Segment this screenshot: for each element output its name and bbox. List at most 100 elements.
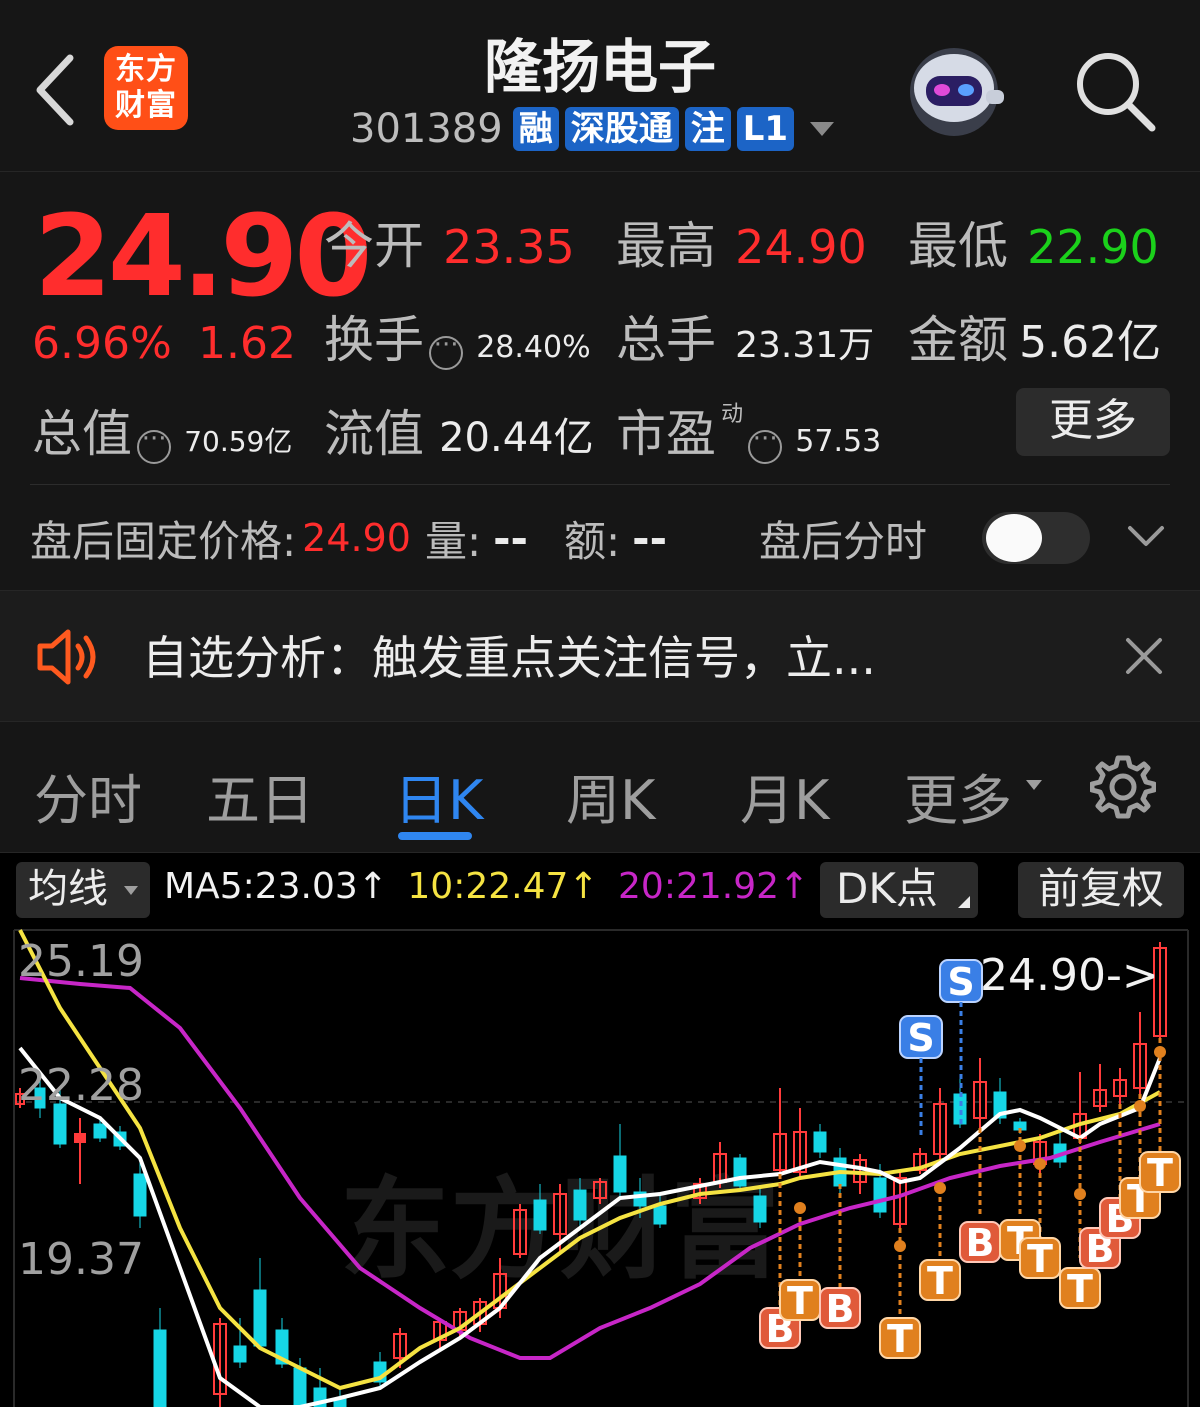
trade-marker[interactable]: T [779,1279,821,1323]
low-label: 最低 [908,217,1008,275]
y-tick-label: 25.19 [18,936,144,987]
float-stat: 流值 20.44亿 [324,394,594,466]
margin-tag: 融 [512,107,559,151]
period-tabs: 分时 五日 日K 周K 月K 更多 [0,740,1200,850]
tab-intraday[interactable]: 分时 [34,756,142,835]
tab-more[interactable]: 更多 [904,756,1012,835]
after-hours-vol-label: 量: [424,516,482,566]
amount-label: 金额 [908,311,1008,369]
open-stat: 今开 23.35 [324,206,575,278]
close-icon[interactable] [1124,636,1164,676]
trade-marker[interactable]: T [1139,1151,1181,1195]
y-tick-label: 19.37 [18,1234,144,1285]
after-hours-amt-label: 额: [563,516,621,566]
open-value: 23.35 [443,220,575,274]
back-icon[interactable] [30,50,80,130]
svg-text:S: S [907,1016,934,1060]
pe-stat[interactable]: 市盈 动 57.53 [616,394,881,466]
float-value: 20.44亿 [439,415,594,461]
svg-text:T: T [927,1259,953,1303]
caret-down-icon[interactable] [124,886,138,895]
svg-text:T: T [887,1317,913,1361]
trade-marker[interactable]: T [1059,1267,1101,1311]
registration-tag: 注 [684,107,731,151]
info-dots-icon[interactable] [137,424,172,464]
svg-text:B: B [0,928,14,937]
volume-label: 总手 [616,311,716,369]
corner-triangle-icon [958,896,970,908]
tab-daily-k[interactable]: 日K [394,756,483,835]
chevron-down-icon[interactable] [1126,520,1166,550]
high-stat: 最高 24.90 [616,206,867,278]
logo-line2: 财富 [115,88,177,123]
price-adjust-button[interactable]: 前复权 [1018,862,1184,918]
ma10-value: 10:22.47↑ [407,866,599,907]
svg-text:S: S [947,960,974,1004]
buy-marker[interactable]: B [819,1287,861,1331]
active-tab-indicator [398,832,472,840]
stock-code: 301389 [350,106,503,152]
info-dots-icon[interactable] [748,424,783,464]
low-stat: 最低 22.90 [908,206,1159,278]
sell-marker[interactable]: S [899,1015,943,1138]
ma5-value: MA5:23.03↑ [164,866,388,907]
after-hours-row: 盘后固定价格: 24.90 量: -- 额: -- 盘后分时 [30,508,927,568]
search-icon[interactable] [1072,48,1158,134]
current-price: 24.90 [34,192,372,322]
eastmoney-logo[interactable]: 东方 财富 [104,46,188,130]
chevron-down-icon[interactable] [810,122,835,136]
buy-marker[interactable]: B [959,1221,1001,1265]
robot-assistant-icon[interactable] [904,40,1008,140]
svg-text:B: B [966,1221,995,1265]
amount-stat: 金额 5.62亿 [908,300,1161,372]
float-label: 流值 [324,405,424,463]
after-hours-vol: -- [493,513,528,563]
mktcap-stat[interactable]: 总值 70.59亿 [32,394,292,466]
mktcap-label: 总值 [32,405,132,463]
turnover-stat[interactable]: 换手 28.40% [324,300,591,372]
high-label: 最高 [616,217,716,275]
tab-five-day[interactable]: 五日 [206,756,314,835]
tab-monthly-k[interactable]: 月K [740,756,829,835]
tab-weekly-k[interactable]: 周K [566,756,655,835]
high-value: 24.90 [735,220,867,274]
stock-subtitle[interactable]: 301389 融 深股通 注 L1 [350,104,835,154]
open-label: 今开 [324,217,424,275]
pe-value: 57.53 [795,424,882,459]
low-value: 22.90 [1027,220,1159,274]
trade-marker[interactable]: T [879,1317,921,1361]
after-hours-price-label: 盘后固定价格: [30,516,297,566]
ma-values: MA5:23.03↑ 10:22.47↑ 20:21.92↑ [164,866,809,907]
turnover-value: 28.40% [476,330,591,365]
info-dots-icon[interactable] [429,330,464,370]
after-hours-intraday-label: 盘后分时 [759,516,928,566]
after-hours-price: 24.90 [302,516,411,560]
change-amount: 1.62 [198,318,296,369]
level1-tag: L1 [736,107,795,151]
mktcap-value: 70.59亿 [184,425,293,458]
trade-marker[interactable]: T [1019,1237,1061,1281]
connect-tag: 深股通 [564,107,679,151]
amount-value: 5.62亿 [1019,317,1162,368]
svg-text:T: T [1027,1237,1053,1281]
pe-label: 市盈 [616,405,716,463]
alert-text[interactable]: 自选分析：触发重点关注信号，立... [142,622,876,688]
y-tick-label: 22.28 [18,1060,144,1111]
divider [30,484,1170,485]
turnover-label: 换手 [324,311,424,369]
logo-line1: 东方 [115,52,177,87]
pe-superscript: 动 [721,402,744,427]
toggle-knob[interactable] [986,514,1042,562]
trade-marker[interactable]: T [919,1259,961,1303]
speaker-icon [37,629,96,685]
more-stats-button[interactable]: 更多 [1016,388,1170,456]
gear-icon[interactable] [1090,754,1156,820]
dk-points-button[interactable]: DK点 [820,862,978,918]
svg-text:T: T [1067,1267,1093,1311]
caret-down-icon[interactable] [1026,780,1042,790]
svg-text:T: T [787,1279,813,1323]
svg-text:T: T [1147,1151,1173,1195]
volume-value: 23.31万 [735,325,875,366]
volume-stat: 总手 23.31万 [616,300,874,372]
kline-chart[interactable]: 东方财富 24.90-> S S B T B T T B T T T B B T… [0,928,1200,1407]
